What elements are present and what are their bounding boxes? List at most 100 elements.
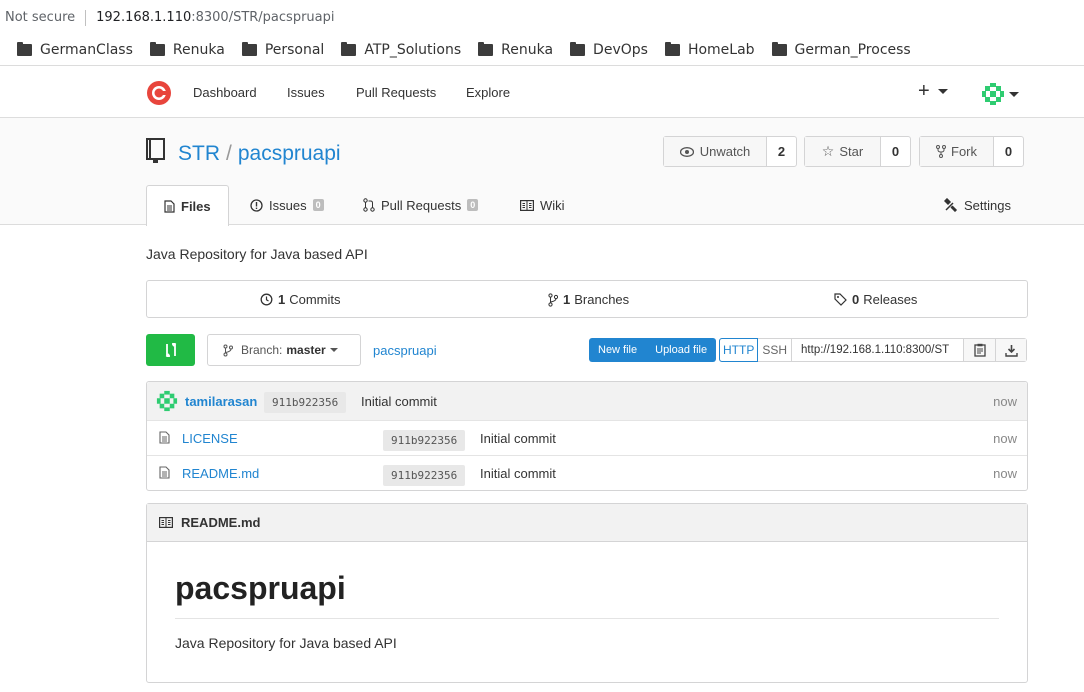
bookmark-homelab[interactable]: HomeLab <box>664 42 755 58</box>
bookmark-personal[interactable]: Personal <box>241 42 324 58</box>
gitea-logo-icon[interactable] <box>146 80 172 106</box>
plus-icon: + <box>918 80 930 102</box>
nav-dashboard[interactable]: Dashboard <box>193 85 257 100</box>
latest-commit-row: tamilarasan 911b922356 Initial commit no… <box>147 382 1027 420</box>
file-commit-message[interactable]: Initial commit <box>480 466 556 481</box>
file-icon <box>159 466 170 482</box>
bookmark-renuka[interactable]: Renuka <box>149 42 225 58</box>
file-commit-time: now <box>993 430 1017 446</box>
caret-down-icon <box>937 89 948 94</box>
tools-icon <box>944 198 958 212</box>
branches-stat[interactable]: 1 Branches <box>548 292 629 307</box>
readme-divider <box>175 618 999 619</box>
repo-name-link[interactable]: pacspruapi <box>238 142 341 165</box>
watch-button-group: Unwatch 2 <box>663 136 797 167</box>
branch-icon <box>223 344 233 356</box>
star-count[interactable]: 0 <box>881 137 910 166</box>
folder-icon <box>149 42 165 56</box>
file-text-icon <box>164 199 175 213</box>
readme-panel: README.md pacspruapi Java Repository for… <box>146 503 1028 683</box>
commit-message[interactable]: Initial commit <box>361 394 437 409</box>
folder-icon <box>771 42 787 56</box>
book-open-icon <box>159 517 173 528</box>
file-name-link[interactable]: LICENSE <box>182 431 238 446</box>
tab-settings[interactable]: Settings <box>944 185 1011 225</box>
tab-files[interactable]: Files <box>146 185 229 226</box>
watch-count[interactable]: 2 <box>767 137 796 166</box>
http-clone-button[interactable]: HTTP <box>719 338 759 362</box>
star-button-group: ☆ Star 0 <box>804 136 911 167</box>
branch-icon <box>548 292 558 307</box>
unwatch-button[interactable]: Unwatch <box>664 137 767 166</box>
clone-panel: HTTP SSH http://192.168.1.110:8300/ST <box>719 338 1028 362</box>
readme-body: Java Repository for Java based API <box>175 635 397 651</box>
compare-button[interactable] <box>146 334 195 366</box>
repo-title-separator: / <box>226 142 232 165</box>
issue-icon <box>250 198 263 212</box>
clipboard-icon <box>973 343 986 357</box>
table-row: README.md 911b922356 Initial commit now <box>147 455 1027 490</box>
create-new-menu[interactable]: + <box>918 80 948 103</box>
path-breadcrumb[interactable]: pacspruapi <box>373 343 437 358</box>
bookmarks-bar: GermanClass Renuka Personal ATP_Solution… <box>0 35 1084 66</box>
issues-count-badge: 0 <box>312 199 324 211</box>
bookmark-germanclass[interactable]: GermanClass <box>17 42 133 58</box>
readme-header: README.md <box>147 504 1027 542</box>
nav-pull-requests[interactable]: Pull Requests <box>356 85 436 100</box>
branch-selector[interactable]: Branch: master <box>207 334 361 366</box>
bookmark-atp-solutions[interactable]: ATP_Solutions <box>341 42 461 58</box>
user-menu[interactable] <box>981 82 1019 106</box>
star-icon: ☆ <box>821 143 835 159</box>
download-icon <box>1004 344 1018 357</box>
url-path: :8300/STR/pacspruapi <box>191 10 335 25</box>
eye-icon <box>679 146 694 157</box>
new-file-button[interactable]: New file <box>589 338 646 362</box>
repo-book-icon <box>146 138 166 167</box>
bookmark-renuka-2[interactable]: Renuka <box>478 42 553 58</box>
fork-count[interactable]: 0 <box>994 137 1023 166</box>
repo-stats-bar: 1 Commits 1 Branches 0 Releases <box>146 280 1028 318</box>
ssh-clone-button[interactable]: SSH <box>758 339 793 361</box>
tab-issues[interactable]: Issues 0 <box>250 185 324 225</box>
folder-icon <box>17 42 32 56</box>
fork-button[interactable]: Fork <box>920 137 994 166</box>
commit-author-link[interactable]: tamilarasan <box>185 394 257 409</box>
browser-url-bar[interactable]: Not secure 192.168.1.110:8300/STR/pacspr… <box>0 0 1084 35</box>
readme-heading: pacspruapi <box>175 570 346 606</box>
pull-request-icon <box>363 198 375 212</box>
commit-sha-label[interactable]: 911b922356 <box>264 392 347 413</box>
file-icon <box>159 431 170 447</box>
nav-issues[interactable]: Issues <box>287 85 325 100</box>
copy-clipboard-button[interactable] <box>964 339 996 361</box>
folder-icon <box>241 42 257 56</box>
star-button[interactable]: ☆ Star <box>805 137 881 166</box>
upload-file-button[interactable]: Upload file <box>646 338 716 362</box>
url-separator <box>85 9 87 26</box>
author-avatar <box>156 390 178 412</box>
clone-url-field[interactable]: http://192.168.1.110:8300/ST <box>792 339 965 361</box>
commit-sha-label[interactable]: 911b922356 <box>383 430 466 451</box>
url-host: 192.168.1.110 <box>96 10 192 25</box>
caret-down-icon <box>329 348 338 352</box>
readme-filename: README.md <box>181 515 261 530</box>
table-row: LICENSE 911b922356 Initial commit now <box>147 420 1027 455</box>
bookmark-devops[interactable]: DevOps <box>570 42 648 58</box>
top-navigation: Dashboard Issues Pull Requests Explore + <box>0 66 1084 118</box>
tab-wiki[interactable]: Wiki <box>520 185 565 225</box>
file-commit-message[interactable]: Initial commit <box>480 431 556 446</box>
folder-icon <box>570 42 586 56</box>
download-button[interactable] <box>995 339 1027 361</box>
commit-sha-label[interactable]: 911b922356 <box>383 465 466 486</box>
bookmark-german-process[interactable]: German_Process <box>771 42 911 58</box>
avatar <box>982 83 1004 105</box>
folder-icon <box>341 42 357 56</box>
security-indicator[interactable]: Not secure <box>5 10 75 25</box>
commits-stat[interactable]: 1 Commits <box>260 292 341 307</box>
book-open-icon <box>520 199 534 211</box>
releases-stat[interactable]: 0 Releases <box>834 292 917 307</box>
file-name-link[interactable]: README.md <box>182 466 259 481</box>
file-commit-time: now <box>993 465 1017 481</box>
repo-owner-link[interactable]: STR <box>178 142 220 165</box>
tab-pull-requests[interactable]: Pull Requests 0 <box>363 185 479 225</box>
nav-explore[interactable]: Explore <box>466 85 510 100</box>
